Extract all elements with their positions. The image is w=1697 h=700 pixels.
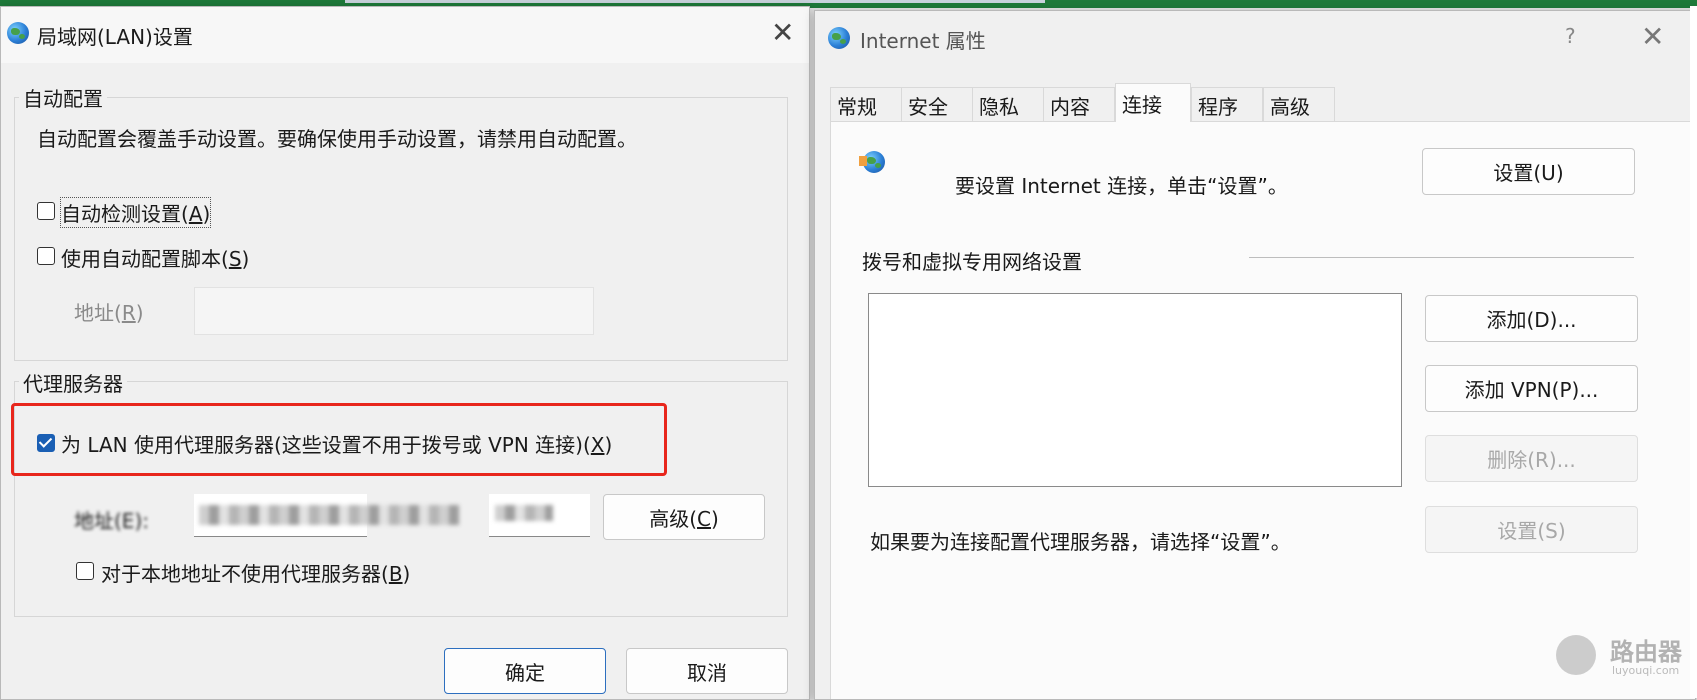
auto-config-description: 自动配置会覆盖手动设置。要确保使用手动设置，请禁用自动配置。 (37, 127, 637, 151)
lan-dialog-titlebar[interactable]: 局域网(LAN)设置 ✕ (1, 7, 809, 63)
background-bar-segment (345, 0, 1045, 3)
tab-advanced[interactable]: 高级 (1263, 87, 1335, 121)
proxy-hint-text: 如果要为连接配置代理服务器，请选择“设置”。 (870, 530, 1291, 554)
connection-settings-button[interactable]: 设置(S) (1425, 506, 1638, 553)
cancel-button[interactable]: 取消 (626, 648, 788, 694)
setup-page-icon (859, 156, 867, 166)
tab-connections[interactable]: 连接 (1115, 83, 1191, 122)
close-icon[interactable]: ✕ (771, 19, 794, 47)
auto-script-address-input[interactable] (194, 287, 594, 335)
add-button[interactable]: 添加(D)... (1425, 295, 1638, 342)
auto-detect-label[interactable]: 自动检测设置(A) (59, 197, 212, 228)
internet-props-title: Internet 属性 (860, 29, 986, 53)
tab-programs[interactable]: 程序 (1191, 87, 1263, 121)
globe-icon (828, 27, 850, 49)
watermark-subtext: luyouqi.com (1612, 664, 1680, 677)
tab-content[interactable]: 内容 (1043, 87, 1115, 121)
auto-detect-checkbox[interactable] (37, 202, 55, 220)
globe-icon (7, 22, 29, 44)
proxy-address-label: 地址(E): (74, 509, 149, 533)
ok-button[interactable]: 确定 (444, 648, 606, 694)
auto-script-address-label: 地址(R) (74, 301, 144, 325)
redacted-address (199, 505, 459, 525)
bypass-local-label[interactable]: 对于本地地址不使用代理服务器(B) (101, 558, 410, 587)
help-icon[interactable]: ? (1565, 26, 1576, 46)
dialup-section-title: 拨号和虚拟专用网络设置 (862, 250, 1082, 274)
section-divider (1249, 257, 1634, 258)
remove-button[interactable]: 删除(R)... (1425, 435, 1638, 482)
bypass-local-checkbox[interactable] (76, 562, 94, 580)
auto-script-label[interactable]: 使用自动配置脚本(S) (61, 243, 249, 272)
setup-text: 要设置 Internet 连接，单击“设置”。 (955, 174, 1288, 198)
lan-settings-dialog: 局域网(LAN)设置 ✕ 自动配置 自动配置会覆盖手动设置。要确保使用手动设置，… (0, 6, 810, 700)
watermark-text: 路由器 (1610, 638, 1682, 666)
setup-button[interactable]: 设置(U) (1422, 148, 1635, 195)
connections-listbox[interactable] (868, 293, 1402, 487)
internet-props-titlebar[interactable]: Internet 属性 ? ✕ (815, 11, 1695, 67)
add-vpn-button[interactable]: 添加 VPN(P)... (1425, 365, 1638, 412)
auto-config-group-title: 自动配置 (19, 83, 107, 112)
tab-privacy[interactable]: 隐私 (972, 87, 1044, 121)
redacted-port (495, 505, 553, 521)
close-icon[interactable]: ✕ (1641, 23, 1664, 51)
tab-general[interactable]: 常规 (830, 87, 902, 121)
advanced-button[interactable]: 高级(C) (603, 494, 765, 540)
watermark: 路由器 luyouqi.com (1556, 632, 1694, 678)
tab-security[interactable]: 安全 (901, 87, 973, 121)
lan-dialog-title: 局域网(LAN)设置 (37, 25, 193, 49)
internet-properties-dialog: Internet 属性 ? ✕ 常规 安全 隐私 内容 连接 程序 高级 要设置… (814, 10, 1696, 700)
router-logo-icon (1556, 635, 1596, 675)
highlight-annotation-box (11, 403, 667, 476)
proxy-group-title: 代理服务器 (19, 368, 127, 397)
auto-script-checkbox[interactable] (37, 247, 55, 265)
background-window-edge (1690, 6, 1697, 698)
